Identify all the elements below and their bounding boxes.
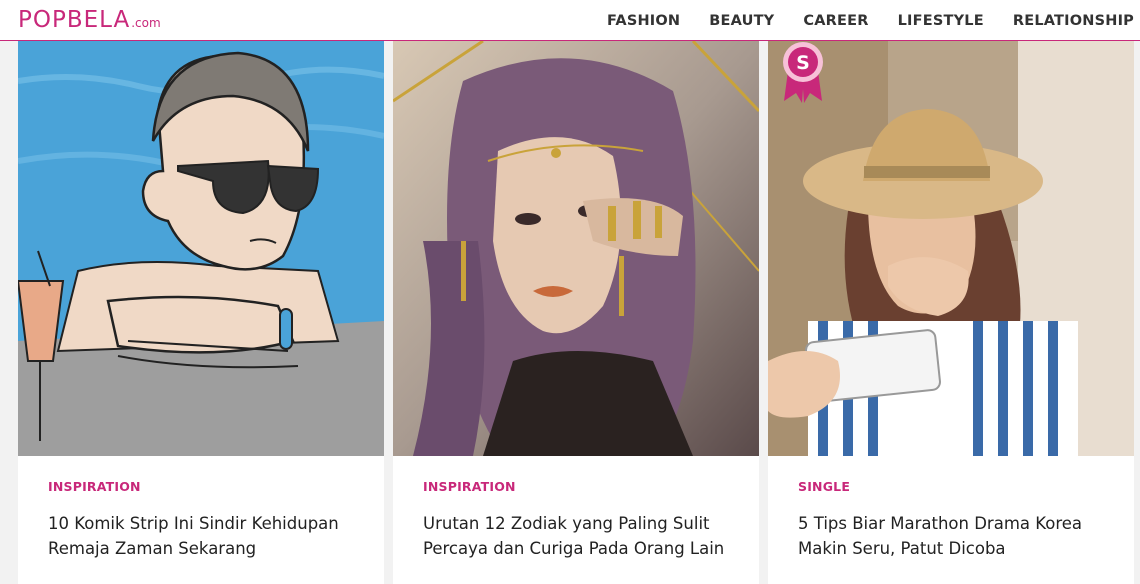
- nav-beauty[interactable]: BEAUTY: [709, 13, 774, 29]
- article-title[interactable]: 5 Tips Biar Marathon Drama Korea Makin S…: [798, 511, 1108, 561]
- logo-suffix: .com: [131, 16, 161, 30]
- article-card[interactable]: S SINGLE 5 Tips Biar Marathon Drama Kore…: [768, 41, 1134, 584]
- article-thumbnail[interactable]: [393, 41, 759, 456]
- article-category[interactable]: INSPIRATION: [48, 479, 141, 494]
- article-category[interactable]: SINGLE: [798, 479, 850, 494]
- article-title[interactable]: Urutan 12 Zodiak yang Paling Sulit Perca…: [423, 511, 733, 561]
- photo-woman-laughing-image: [768, 41, 1134, 456]
- nav-lifestyle[interactable]: LIFESTYLE: [898, 13, 984, 29]
- site-header: POPBELA .com FASHION BEAUTY CAREER LIFES…: [0, 0, 1140, 41]
- article-title[interactable]: 10 Komik Strip Ini Sindir Kehidupan Rema…: [48, 511, 358, 561]
- article-card[interactable]: INSPIRATION 10 Komik Strip Ini Sindir Ke…: [18, 41, 384, 584]
- site-logo[interactable]: POPBELA .com: [18, 7, 161, 33]
- nav-fashion[interactable]: FASHION: [607, 13, 680, 29]
- nav-relationship[interactable]: RELATIONSHIP: [1013, 13, 1134, 29]
- article-thumbnail[interactable]: S: [768, 41, 1134, 456]
- badge-letter: S: [796, 52, 810, 74]
- watercolor-portrait-image: [393, 41, 759, 456]
- comic-illustration-image: [18, 41, 384, 456]
- nav-career[interactable]: CAREER: [803, 13, 868, 29]
- article-card[interactable]: INSPIRATION Urutan 12 Zodiak yang Paling…: [393, 41, 759, 584]
- single-badge-icon: S: [783, 42, 823, 103]
- article-thumbnail[interactable]: [18, 41, 384, 456]
- article-category[interactable]: INSPIRATION: [423, 479, 516, 494]
- logo-text: POPBELA: [18, 7, 131, 33]
- main-nav: FASHION BEAUTY CAREER LIFESTYLE RELATION…: [578, 0, 1134, 41]
